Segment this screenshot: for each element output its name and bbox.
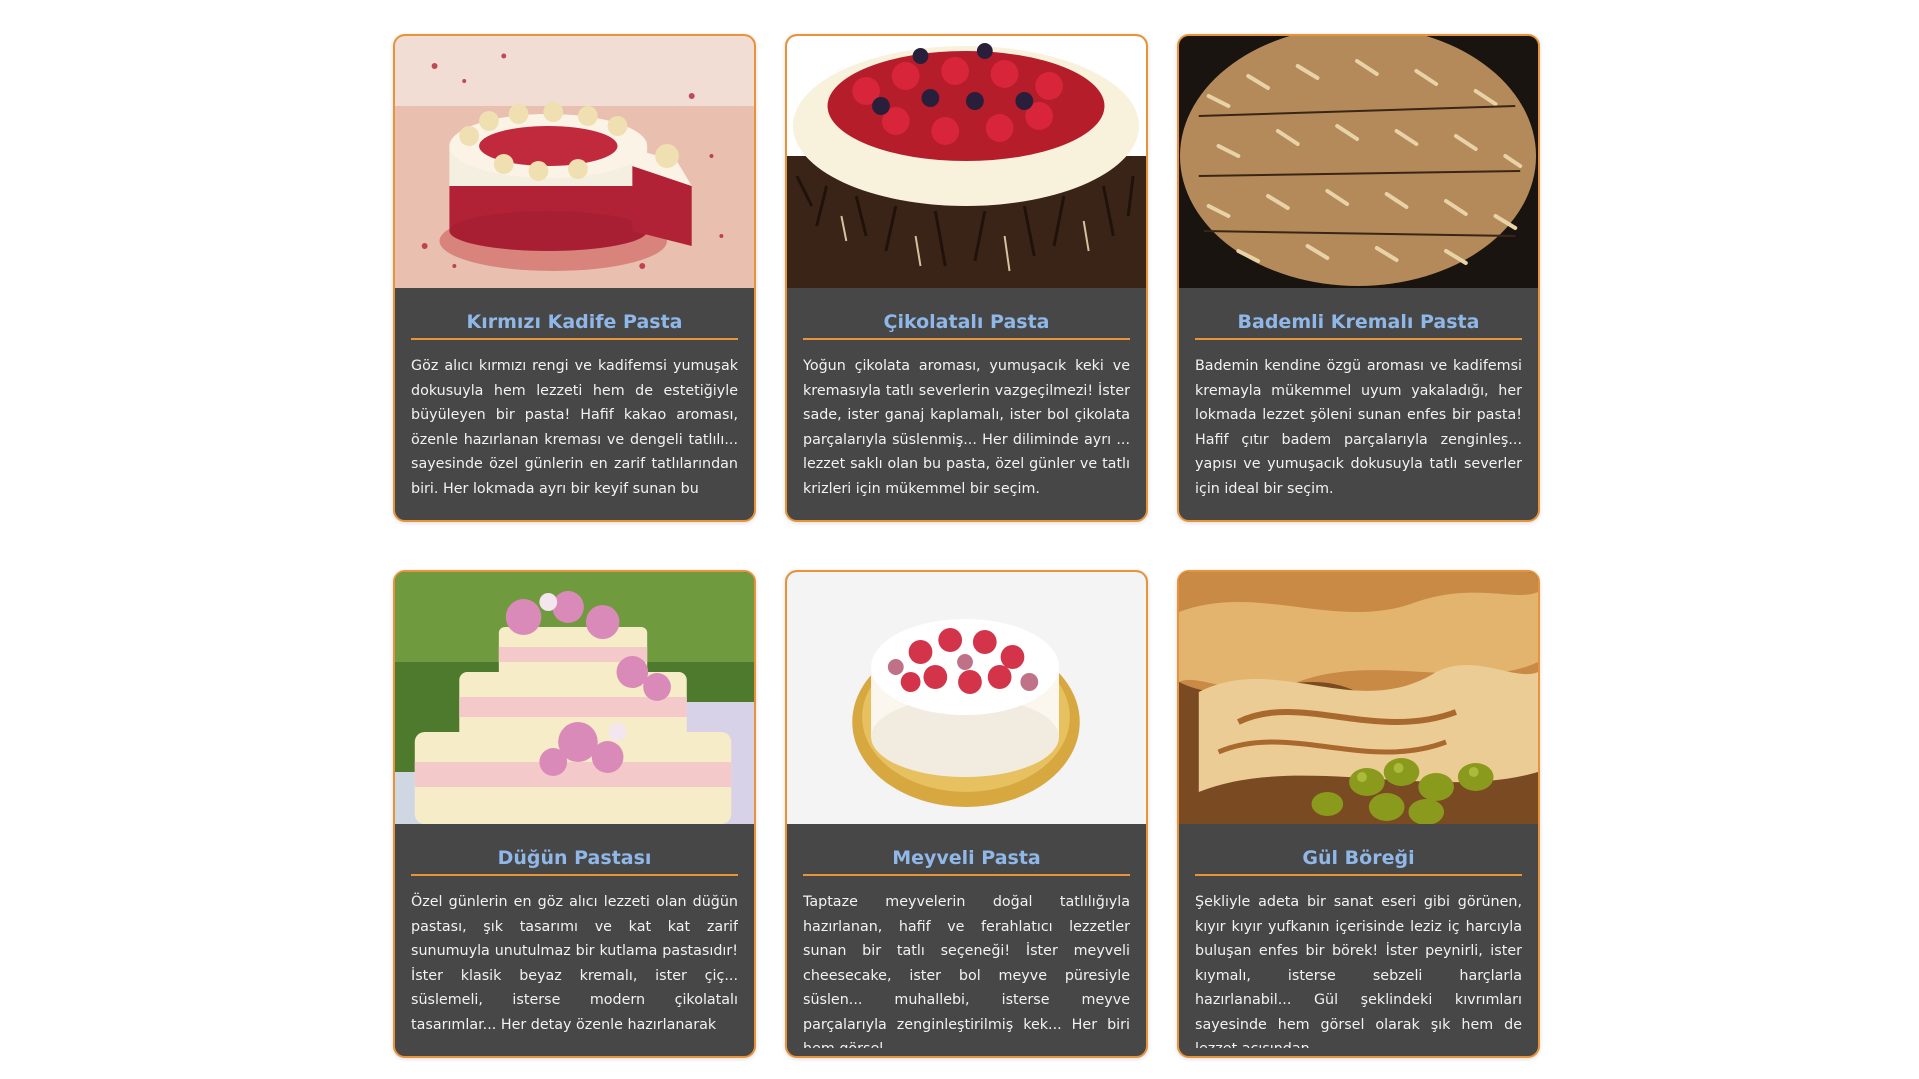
- card-fruit[interactable]: Meyveli Pasta Taptaze meyvelerin doğal t…: [785, 570, 1148, 1058]
- card-title[interactable]: Bademli Kremalı Pasta: [1195, 304, 1522, 340]
- card-title[interactable]: Kırmızı Kadife Pasta: [411, 304, 738, 340]
- card-description: Taptaze meyvelerin doğal tatlılığıyla ha…: [803, 894, 1130, 1048]
- card-description: Göz alıcı kırmızı rengi ve kadifemsi yum…: [411, 358, 738, 497]
- red-velvet-cake-photo: [395, 36, 754, 288]
- card-description: Bademin kendine özgü aroması ve kadifems…: [1195, 358, 1522, 497]
- chocolate-cake-photo: [787, 36, 1146, 288]
- card-wedding[interactable]: Düğün Pastası Özel günlerin en göz alıcı…: [393, 570, 756, 1058]
- card-title[interactable]: Gül Böreği: [1195, 840, 1522, 876]
- card-description: Özel günlerin en göz alıcı lezzeti olan …: [411, 894, 738, 1033]
- card-title[interactable]: Meyveli Pasta: [803, 840, 1130, 876]
- card-chocolate[interactable]: Çikolatalı Pasta Yoğun çikolata aroması,…: [785, 34, 1148, 522]
- card-rose-borek[interactable]: Gül Böreği Şekliyle adeta bir sanat eser…: [1177, 570, 1540, 1058]
- card-title[interactable]: Çikolatalı Pasta: [803, 304, 1130, 340]
- cake-card-grid: Kırmızı Kadife Pasta Göz alıcı kırmızı r…: [0, 0, 1919, 1079]
- card-title[interactable]: Düğün Pastası: [411, 840, 738, 876]
- fruit-cake-photo: [787, 572, 1146, 824]
- card-almond-cream[interactable]: Bademli Kremalı Pasta Bademin kendine öz…: [1177, 34, 1540, 522]
- card-red-velvet[interactable]: Kırmızı Kadife Pasta Göz alıcı kırmızı r…: [393, 34, 756, 522]
- card-description: Şekliyle adeta bir sanat eseri gibi görü…: [1195, 894, 1522, 1048]
- wedding-cake-photo: [395, 572, 754, 824]
- almond-cream-cake-photo: [1179, 36, 1538, 288]
- card-description: Yoğun çikolata aroması, yumuşacık keki v…: [803, 358, 1130, 497]
- rose-borek-photo: [1179, 572, 1538, 824]
